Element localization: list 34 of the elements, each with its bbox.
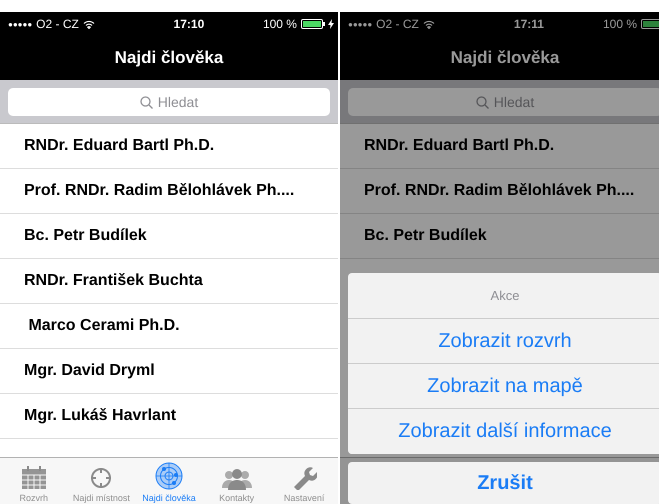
person-row[interactable]: RNDr. Eduard Bartl Ph.D.	[340, 124, 659, 169]
carrier-name: O2 - CZ	[376, 17, 419, 31]
person-row[interactable]: Mgr. David Dryml	[0, 349, 338, 394]
person-row[interactable]: Prof. RNDr. Radim Bělohlávek Ph....	[340, 169, 659, 214]
wifi-icon	[82, 20, 95, 28]
clock-time: 17:11	[514, 17, 544, 31]
person-row[interactable]: Bc. Petr Budílek	[0, 214, 338, 259]
people-icon	[220, 468, 254, 490]
cancel-button[interactable]: Zrušit	[348, 462, 659, 504]
person-row[interactable]: Mgr. Lukáš Havrlant	[0, 394, 338, 439]
battery-percent: 100 %	[262, 17, 297, 31]
search-field[interactable]: Hledat	[8, 88, 330, 116]
screen-title: Najdi člověka	[450, 48, 560, 68]
person-row[interactable]: Marco Cerami Ph.D.	[0, 304, 338, 349]
battery-percent: 100 %	[602, 17, 637, 31]
radar-icon	[154, 462, 183, 490]
search-icon	[140, 96, 153, 108]
wifi-icon	[422, 20, 435, 28]
tab-item[interactable]: Najdi člověka	[135, 458, 203, 504]
person-row[interactable]: Bc. Petr Budílek	[340, 214, 659, 259]
crosshair-icon	[89, 466, 114, 490]
carrier-name: O2 - CZ	[36, 17, 79, 31]
search-field[interactable]: Hledat	[348, 88, 659, 116]
clock-time: 17:10	[174, 17, 204, 31]
person-row[interactable]: Prof. RNDr. Radim Bělohlávek Ph....	[0, 169, 338, 214]
signal-dots: ●●●●●	[8, 20, 32, 28]
signal-dots: ●●●●●	[348, 20, 372, 28]
person-row[interactable]: RNDr. Eduard Bartl Ph.D.	[0, 124, 338, 169]
screen-title: Najdi člověka	[114, 48, 224, 68]
person-row[interactable]: RNDr. František Buchta	[0, 259, 338, 304]
battery-icon	[300, 19, 326, 29]
search-icon	[476, 96, 489, 108]
calendar-icon	[20, 466, 47, 490]
battery-icon	[641, 19, 659, 29]
